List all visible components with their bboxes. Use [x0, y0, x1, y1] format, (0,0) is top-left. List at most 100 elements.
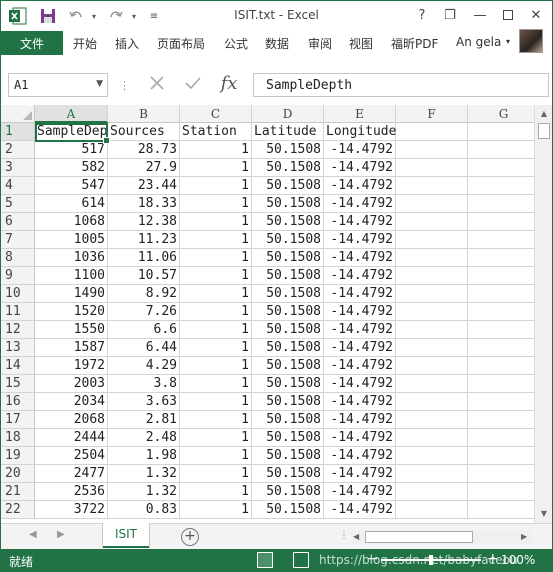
row-header[interactable]: 14 — [1, 357, 35, 375]
empty-cell[interactable] — [396, 267, 468, 285]
table-cell[interactable]: 1 — [180, 249, 252, 267]
table-cell[interactable]: 1520 — [35, 303, 108, 321]
row-header[interactable]: 18 — [1, 429, 35, 447]
empty-cell[interactable] — [468, 357, 540, 375]
empty-cell[interactable] — [468, 483, 540, 501]
table-cell[interactable]: 2504 — [35, 447, 108, 465]
empty-cell[interactable] — [468, 249, 540, 267]
empty-cell[interactable] — [468, 321, 540, 339]
table-cell[interactable]: -14.4792 — [324, 159, 396, 177]
empty-cell[interactable] — [468, 123, 540, 141]
sheet-tab-isit[interactable]: ISIT — [103, 523, 149, 548]
zoom-level[interactable]: 100% — [501, 553, 535, 567]
tab-foxit-pdf[interactable]: 福昕PDF — [391, 35, 438, 52]
table-cell[interactable]: -14.4792 — [324, 501, 396, 519]
tab-formulas[interactable]: 公式 — [224, 35, 248, 52]
table-cell[interactable]: 1587 — [35, 339, 108, 357]
maximize-button[interactable] — [497, 5, 519, 25]
table-cell[interactable]: -14.4792 — [324, 213, 396, 231]
formula-input[interactable]: SampleDepth — [253, 73, 549, 97]
vertical-scroll-thumb[interactable] — [538, 123, 550, 139]
row-header[interactable]: 16 — [1, 393, 35, 411]
row-header[interactable]: 5 — [1, 195, 35, 213]
tab-split-handle-icon[interactable]: ⋮ — [339, 530, 349, 541]
empty-cell[interactable] — [468, 465, 540, 483]
table-cell[interactable]: 0.83 — [108, 501, 180, 519]
table-cell[interactable]: 1 — [180, 285, 252, 303]
empty-cell[interactable] — [396, 195, 468, 213]
enter-check-icon[interactable] — [179, 71, 207, 95]
empty-cell[interactable] — [396, 141, 468, 159]
tab-insert[interactable]: 插入 — [115, 35, 139, 52]
insert-function-icon[interactable]: fx — [215, 71, 243, 95]
table-cell[interactable]: 27.9 — [108, 159, 180, 177]
row-header[interactable]: 1 — [1, 123, 35, 141]
row-header[interactable]: 3 — [1, 159, 35, 177]
table-cell[interactable]: 3.8 — [108, 375, 180, 393]
table-cell[interactable]: 12.38 — [108, 213, 180, 231]
header-cell[interactable]: Sources — [108, 123, 180, 141]
table-cell[interactable]: 1036 — [35, 249, 108, 267]
table-cell[interactable]: 517 — [35, 141, 108, 159]
table-cell[interactable]: 1 — [180, 339, 252, 357]
empty-cell[interactable] — [396, 285, 468, 303]
close-button[interactable]: ✕ — [525, 5, 547, 25]
worksheet-grid[interactable]: ABCDEFG1SampleDepthSourcesStationLatitud… — [1, 105, 552, 523]
table-cell[interactable]: -14.4792 — [324, 357, 396, 375]
table-cell[interactable]: 11.06 — [108, 249, 180, 267]
table-cell[interactable]: 23.44 — [108, 177, 180, 195]
minimize-button[interactable]: — — [469, 5, 491, 25]
cancel-icon[interactable] — [143, 71, 171, 95]
empty-cell[interactable] — [468, 393, 540, 411]
table-cell[interactable]: 50.1508 — [252, 429, 324, 447]
table-cell[interactable]: -14.4792 — [324, 339, 396, 357]
row-header[interactable]: 20 — [1, 465, 35, 483]
empty-cell[interactable] — [396, 177, 468, 195]
header-cell[interactable]: SampleDepth — [35, 123, 108, 141]
zoom-out-button[interactable]: − — [367, 551, 379, 567]
table-cell[interactable]: 1 — [180, 483, 252, 501]
row-header[interactable]: 9 — [1, 267, 35, 285]
table-cell[interactable]: 2444 — [35, 429, 108, 447]
table-cell[interactable]: 50.1508 — [252, 195, 324, 213]
table-cell[interactable]: 50.1508 — [252, 447, 324, 465]
table-cell[interactable]: 50.1508 — [252, 339, 324, 357]
column-header-d[interactable]: D — [252, 105, 324, 123]
empty-cell[interactable] — [396, 501, 468, 519]
table-cell[interactable]: 18.33 — [108, 195, 180, 213]
header-cell[interactable]: Station — [180, 123, 252, 141]
column-header-g[interactable]: G — [468, 105, 540, 123]
add-sheet-button[interactable]: + — [181, 528, 199, 546]
table-cell[interactable]: 1 — [180, 195, 252, 213]
row-header[interactable]: 19 — [1, 447, 35, 465]
empty-cell[interactable] — [468, 501, 540, 519]
column-header-f[interactable]: F — [396, 105, 468, 123]
table-cell[interactable]: 50.1508 — [252, 483, 324, 501]
tab-data[interactable]: 数据 — [265, 35, 289, 52]
empty-cell[interactable] — [468, 231, 540, 249]
table-cell[interactable]: 1 — [180, 411, 252, 429]
empty-cell[interactable] — [468, 195, 540, 213]
table-cell[interactable]: -14.4792 — [324, 177, 396, 195]
empty-cell[interactable] — [396, 447, 468, 465]
table-cell[interactable]: 50.1508 — [252, 321, 324, 339]
table-cell[interactable]: -14.4792 — [324, 447, 396, 465]
table-cell[interactable]: 50.1508 — [252, 159, 324, 177]
empty-cell[interactable] — [468, 285, 540, 303]
table-cell[interactable]: 1.98 — [108, 447, 180, 465]
table-cell[interactable]: 1 — [180, 141, 252, 159]
table-cell[interactable]: -14.4792 — [324, 429, 396, 447]
row-header[interactable]: 11 — [1, 303, 35, 321]
zoom-slider-knob[interactable] — [429, 555, 433, 565]
row-header[interactable]: 10 — [1, 285, 35, 303]
table-cell[interactable]: -14.4792 — [324, 321, 396, 339]
column-header-a[interactable]: A — [35, 105, 108, 123]
row-header[interactable]: 8 — [1, 249, 35, 267]
row-header[interactable]: 2 — [1, 141, 35, 159]
empty-cell[interactable] — [396, 465, 468, 483]
table-cell[interactable]: 1490 — [35, 285, 108, 303]
empty-cell[interactable] — [396, 213, 468, 231]
table-cell[interactable]: 50.1508 — [252, 285, 324, 303]
table-cell[interactable]: 1 — [180, 177, 252, 195]
empty-cell[interactable] — [396, 393, 468, 411]
